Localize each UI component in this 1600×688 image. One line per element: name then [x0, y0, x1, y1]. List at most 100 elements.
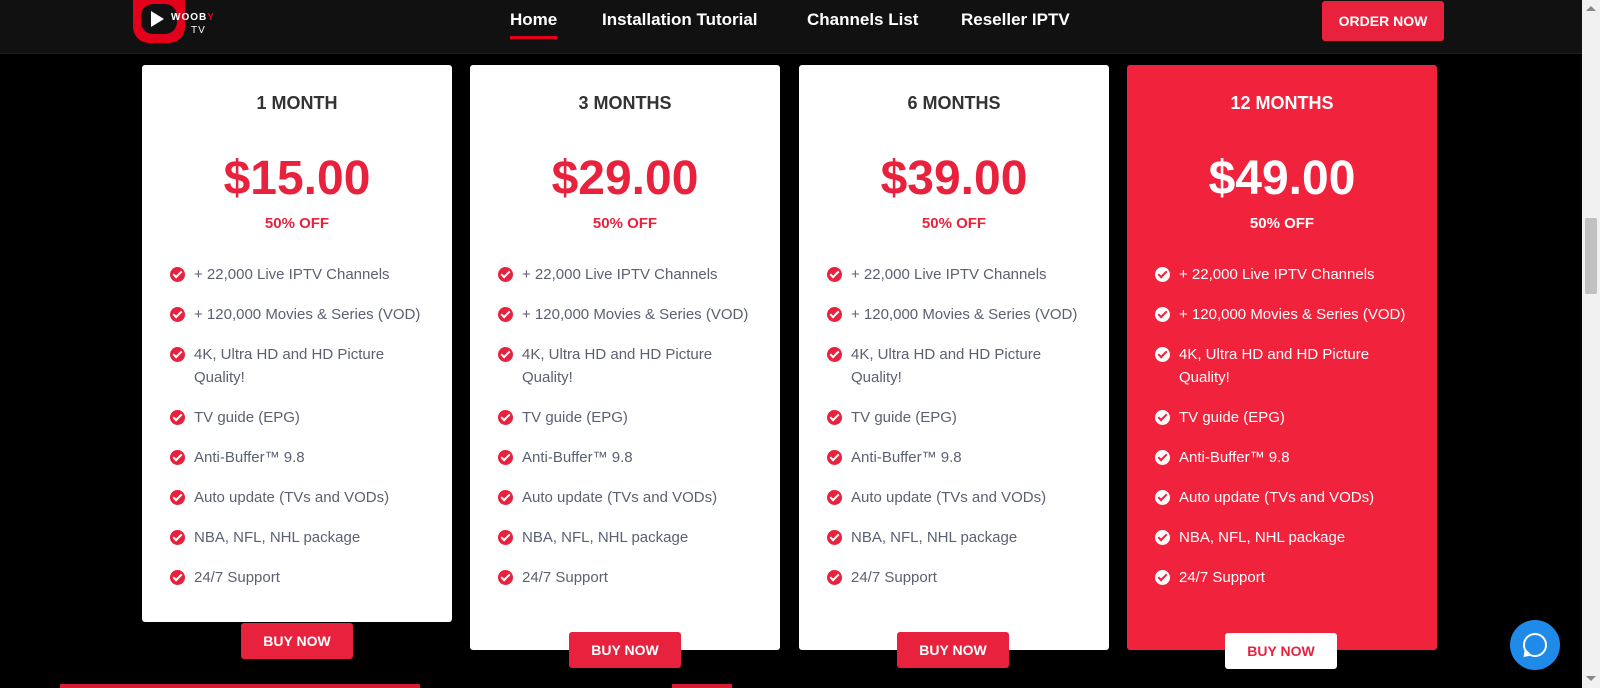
check-circle-icon [1155, 450, 1170, 465]
plan-price: $49.00 [1208, 152, 1356, 205]
order-now-button[interactable]: ORDER NOW [1322, 1, 1444, 41]
plan-price: $15.00 [223, 152, 371, 205]
check-circle-icon [170, 307, 185, 322]
feature-item: Anti-Buffer™ 9.8 [170, 446, 435, 469]
feature-item: TV guide (EPG) [498, 406, 763, 429]
feature-item: Auto update (TVs and VODs) [827, 486, 1092, 509]
feature-list: + 22,000 Live IPTV Channels + 120,000 Mo… [1155, 263, 1420, 606]
nav-installation-tutorial[interactable]: Installation Tutorial [602, 10, 758, 30]
plan-name: 12 MONTHS [1230, 93, 1334, 113]
plan-card-6-months: 6 MONTHS $39.00 50% OFF + 22,000 Live IP… [799, 65, 1109, 650]
plan-card-3-months: 3 MONTHS $29.00 50% OFF + 22,000 Live IP… [470, 65, 780, 650]
feature-item: 24/7 Support [498, 566, 763, 589]
check-circle-icon [498, 450, 513, 465]
feature-item: TV guide (EPG) [827, 406, 1092, 429]
check-circle-icon [827, 450, 842, 465]
feature-item: NBA, NFL, NHL package [170, 526, 435, 549]
check-circle-icon [170, 347, 185, 362]
plan-price: $39.00 [880, 152, 1028, 205]
feature-item: 4K, Ultra HD and HD Picture Quality! [498, 343, 763, 389]
check-circle-icon [827, 570, 842, 585]
logo[interactable]: WOOBY TV [133, 0, 228, 44]
scrollbar-thumb[interactable] [1585, 218, 1597, 294]
check-circle-icon [170, 450, 185, 465]
feature-item: + 120,000 Movies & Series (VOD) [1155, 303, 1420, 326]
check-circle-icon [1155, 570, 1170, 585]
check-circle-icon [827, 530, 842, 545]
check-circle-icon [170, 267, 185, 282]
feature-item: Anti-Buffer™ 9.8 [498, 446, 763, 469]
feature-item: + 22,000 Live IPTV Channels [1155, 263, 1420, 286]
feature-item: Anti-Buffer™ 9.8 [827, 446, 1092, 469]
feature-item: NBA, NFL, NHL package [827, 526, 1092, 549]
plan-name: 6 MONTHS [907, 93, 1001, 113]
feature-item: Auto update (TVs and VODs) [1155, 486, 1420, 509]
check-circle-icon [498, 490, 513, 505]
feature-item: 4K, Ultra HD and HD Picture Quality! [827, 343, 1092, 389]
logo-text: WOOBY [171, 12, 215, 23]
whatsapp-chat-button[interactable] [1510, 620, 1560, 670]
plan-price: $29.00 [551, 152, 699, 205]
site-header: WOOBY TV Home Installation Tutorial Chan… [0, 0, 1582, 54]
check-circle-icon [827, 410, 842, 425]
nav-reseller-iptv[interactable]: Reseller IPTV [961, 10, 1070, 30]
check-circle-icon [827, 267, 842, 282]
check-circle-icon [498, 307, 513, 322]
plan-name: 3 MONTHS [578, 93, 672, 113]
feature-item: NBA, NFL, NHL package [1155, 526, 1420, 549]
check-circle-icon [170, 490, 185, 505]
buy-now-button-12-months[interactable]: BUY NOW [1225, 633, 1337, 669]
buy-now-button-3-months[interactable]: BUY NOW [569, 632, 681, 668]
check-circle-icon [498, 347, 513, 362]
check-circle-icon [1155, 347, 1170, 362]
feature-item: 24/7 Support [1155, 566, 1420, 589]
check-circle-icon [498, 530, 513, 545]
check-circle-icon [1155, 410, 1170, 425]
divider [60, 684, 420, 688]
plan-discount: 50% OFF [1249, 215, 1315, 232]
plan-card-1-month: 1 MONTH $15.00 50% OFF + 22,000 Live IPT… [142, 65, 452, 622]
feature-item: + 120,000 Movies & Series (VOD) [170, 303, 435, 326]
check-circle-icon [827, 490, 842, 505]
check-circle-icon [498, 267, 513, 282]
buy-now-button-1-month[interactable]: BUY NOW [241, 623, 353, 659]
nav-home[interactable]: Home [510, 10, 558, 39]
check-circle-icon [170, 530, 185, 545]
feature-item: + 22,000 Live IPTV Channels [827, 263, 1092, 286]
logo-subtext: TV [191, 25, 206, 36]
feature-item: Auto update (TVs and VODs) [498, 486, 763, 509]
feature-item: 24/7 Support [170, 566, 435, 589]
scrollbar[interactable] [1582, 0, 1600, 688]
check-circle-icon [170, 570, 185, 585]
scroll-up-arrow-icon[interactable] [1586, 6, 1596, 11]
feature-item: TV guide (EPG) [1155, 406, 1420, 429]
check-circle-icon [498, 410, 513, 425]
buy-now-button-6-months[interactable]: BUY NOW [897, 632, 1009, 668]
check-circle-icon [1155, 490, 1170, 505]
divider [672, 684, 732, 688]
feature-item: TV guide (EPG) [170, 406, 435, 429]
feature-item: 24/7 Support [827, 566, 1092, 589]
feature-list: + 22,000 Live IPTV Channels + 120,000 Mo… [170, 263, 435, 606]
feature-item: Auto update (TVs and VODs) [170, 486, 435, 509]
plan-discount: 50% OFF [592, 215, 658, 232]
plan-discount: 50% OFF [921, 215, 987, 232]
feature-item: + 120,000 Movies & Series (VOD) [827, 303, 1092, 326]
nav-channels-list[interactable]: Channels List [807, 10, 918, 30]
feature-item: Anti-Buffer™ 9.8 [1155, 446, 1420, 469]
feature-item: 4K, Ultra HD and HD Picture Quality! [170, 343, 435, 389]
feature-list: + 22,000 Live IPTV Channels + 120,000 Mo… [498, 263, 763, 606]
feature-item: NBA, NFL, NHL package [498, 526, 763, 549]
feature-list: + 22,000 Live IPTV Channels + 120,000 Mo… [827, 263, 1092, 606]
feature-item: 4K, Ultra HD and HD Picture Quality! [1155, 343, 1420, 389]
check-circle-icon [1155, 267, 1170, 282]
feature-item: + 120,000 Movies & Series (VOD) [498, 303, 763, 326]
check-circle-icon [1155, 530, 1170, 545]
check-circle-icon [498, 570, 513, 585]
check-circle-icon [170, 410, 185, 425]
check-circle-icon [1155, 307, 1170, 322]
plan-name: 1 MONTH [256, 93, 338, 113]
feature-item: + 22,000 Live IPTV Channels [498, 263, 763, 286]
scroll-down-arrow-icon[interactable] [1586, 676, 1596, 681]
check-circle-icon [827, 307, 842, 322]
